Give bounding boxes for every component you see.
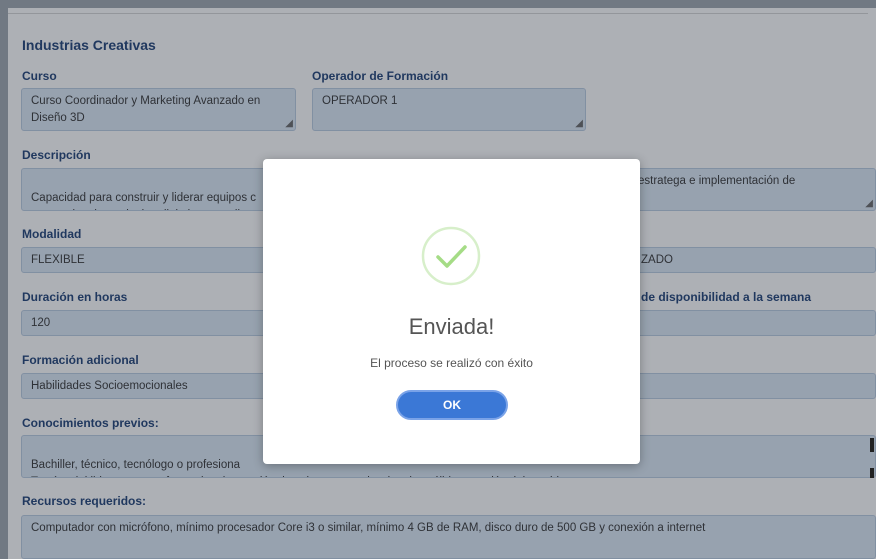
scroll-marker (870, 468, 874, 478)
dialog-title: Enviada! (408, 314, 495, 339)
scroll-marker (870, 438, 874, 452)
dialog-message: El proceso se realizó con éxito (370, 356, 533, 370)
success-check-icon (421, 226, 481, 286)
ok-button[interactable]: OK (396, 390, 508, 420)
success-dialog: Enviada! El proceso se realizó con éxito… (263, 159, 640, 464)
